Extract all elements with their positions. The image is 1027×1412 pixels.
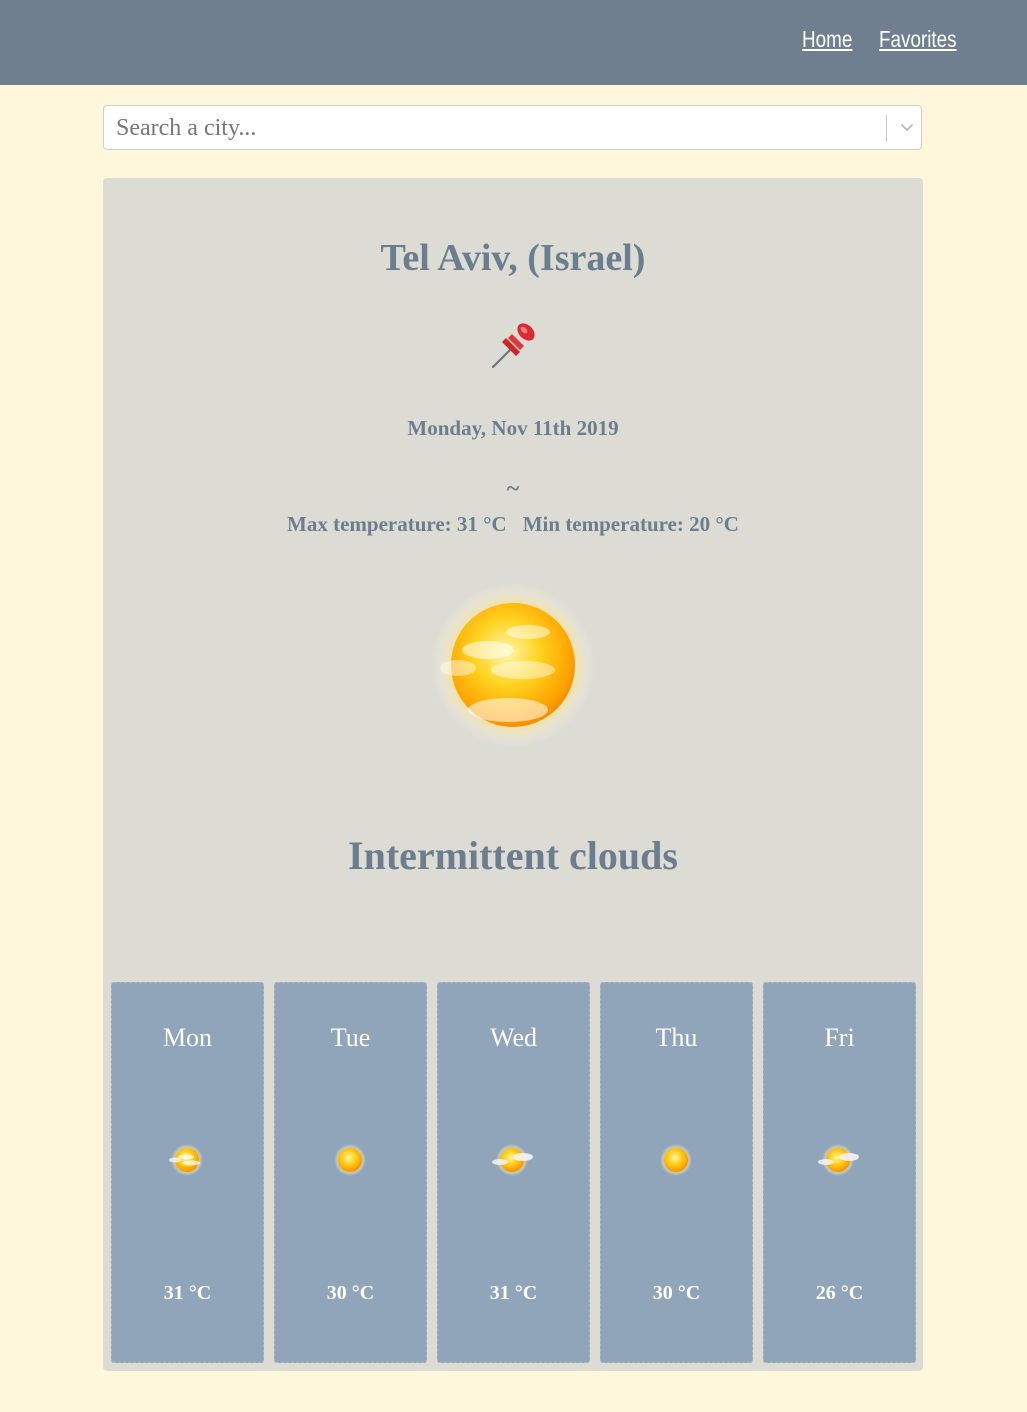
nav-home-link[interactable]: Home: [802, 26, 852, 53]
forecast-day-name: Mon: [162, 1023, 213, 1052]
min-temperature: Min temperature: 20 °C: [522, 512, 739, 536]
forecast-day-card[interactable]: Fri 26 °C: [763, 982, 916, 1363]
temperature-range: Max temperature: 31 °C Min temperature: 2…: [103, 512, 923, 537]
forecast-day-name: Fri: [824, 1023, 855, 1052]
search-separator: [886, 115, 887, 142]
forecast-temperature: 31 °C: [163, 1282, 212, 1304]
city-search-select[interactable]: [103, 105, 922, 151]
forecast-date: Monday, Nov 11th 2019: [407, 416, 619, 440]
max-temperature: Max temperature: 31 °C: [287, 512, 507, 536]
current-weather-card: Tel Aviv, (Israel) Monday, Nov 11th 2019…: [103, 178, 923, 1371]
main-nav: Home Favorites: [791, 26, 957, 53]
search-input[interactable]: [114, 106, 878, 151]
forecast-temperature: 26 °C: [815, 1282, 864, 1304]
top-navbar: Home Favorites: [0, 0, 1027, 85]
forecast-day-name: Wed: [490, 1023, 537, 1052]
weather-description: Intermittent clouds: [348, 833, 678, 878]
chevron-down-icon[interactable]: [897, 117, 917, 137]
forecast-day-card[interactable]: Thu 30 °C: [600, 982, 753, 1363]
sun-icon: [660, 1144, 692, 1176]
sun-clouds-icon: [169, 1144, 203, 1176]
forecast-temperature: 30 °C: [652, 1282, 701, 1304]
sun-cloud-icon: [492, 1144, 533, 1176]
forecast-day-card[interactable]: Mon 31 °C: [111, 982, 264, 1363]
forecast-temperature: 30 °C: [326, 1282, 375, 1304]
forecast-temperature: 31 °C: [489, 1282, 538, 1304]
tilde-separator: ~: [506, 476, 520, 502]
forecast-day-card[interactable]: Wed 31 °C: [437, 982, 590, 1363]
five-day-forecast: Mon 31 °C Tue 30 °C Wed 31 °C Thu 30 °C …: [111, 982, 917, 1363]
forecast-day-name: Tue: [330, 1023, 371, 1052]
sun-icon: [334, 1144, 366, 1176]
sun-cloud-icon: [818, 1144, 859, 1176]
city-title: Tel Aviv, (Israel): [380, 237, 646, 279]
pushpin-icon[interactable]: [490, 318, 540, 370]
sun-cloud-icon: [431, 583, 595, 747]
forecast-day-card[interactable]: Tue 30 °C: [274, 982, 427, 1363]
nav-favorites-link[interactable]: Favorites: [879, 26, 957, 53]
forecast-day-name: Thu: [655, 1023, 698, 1052]
